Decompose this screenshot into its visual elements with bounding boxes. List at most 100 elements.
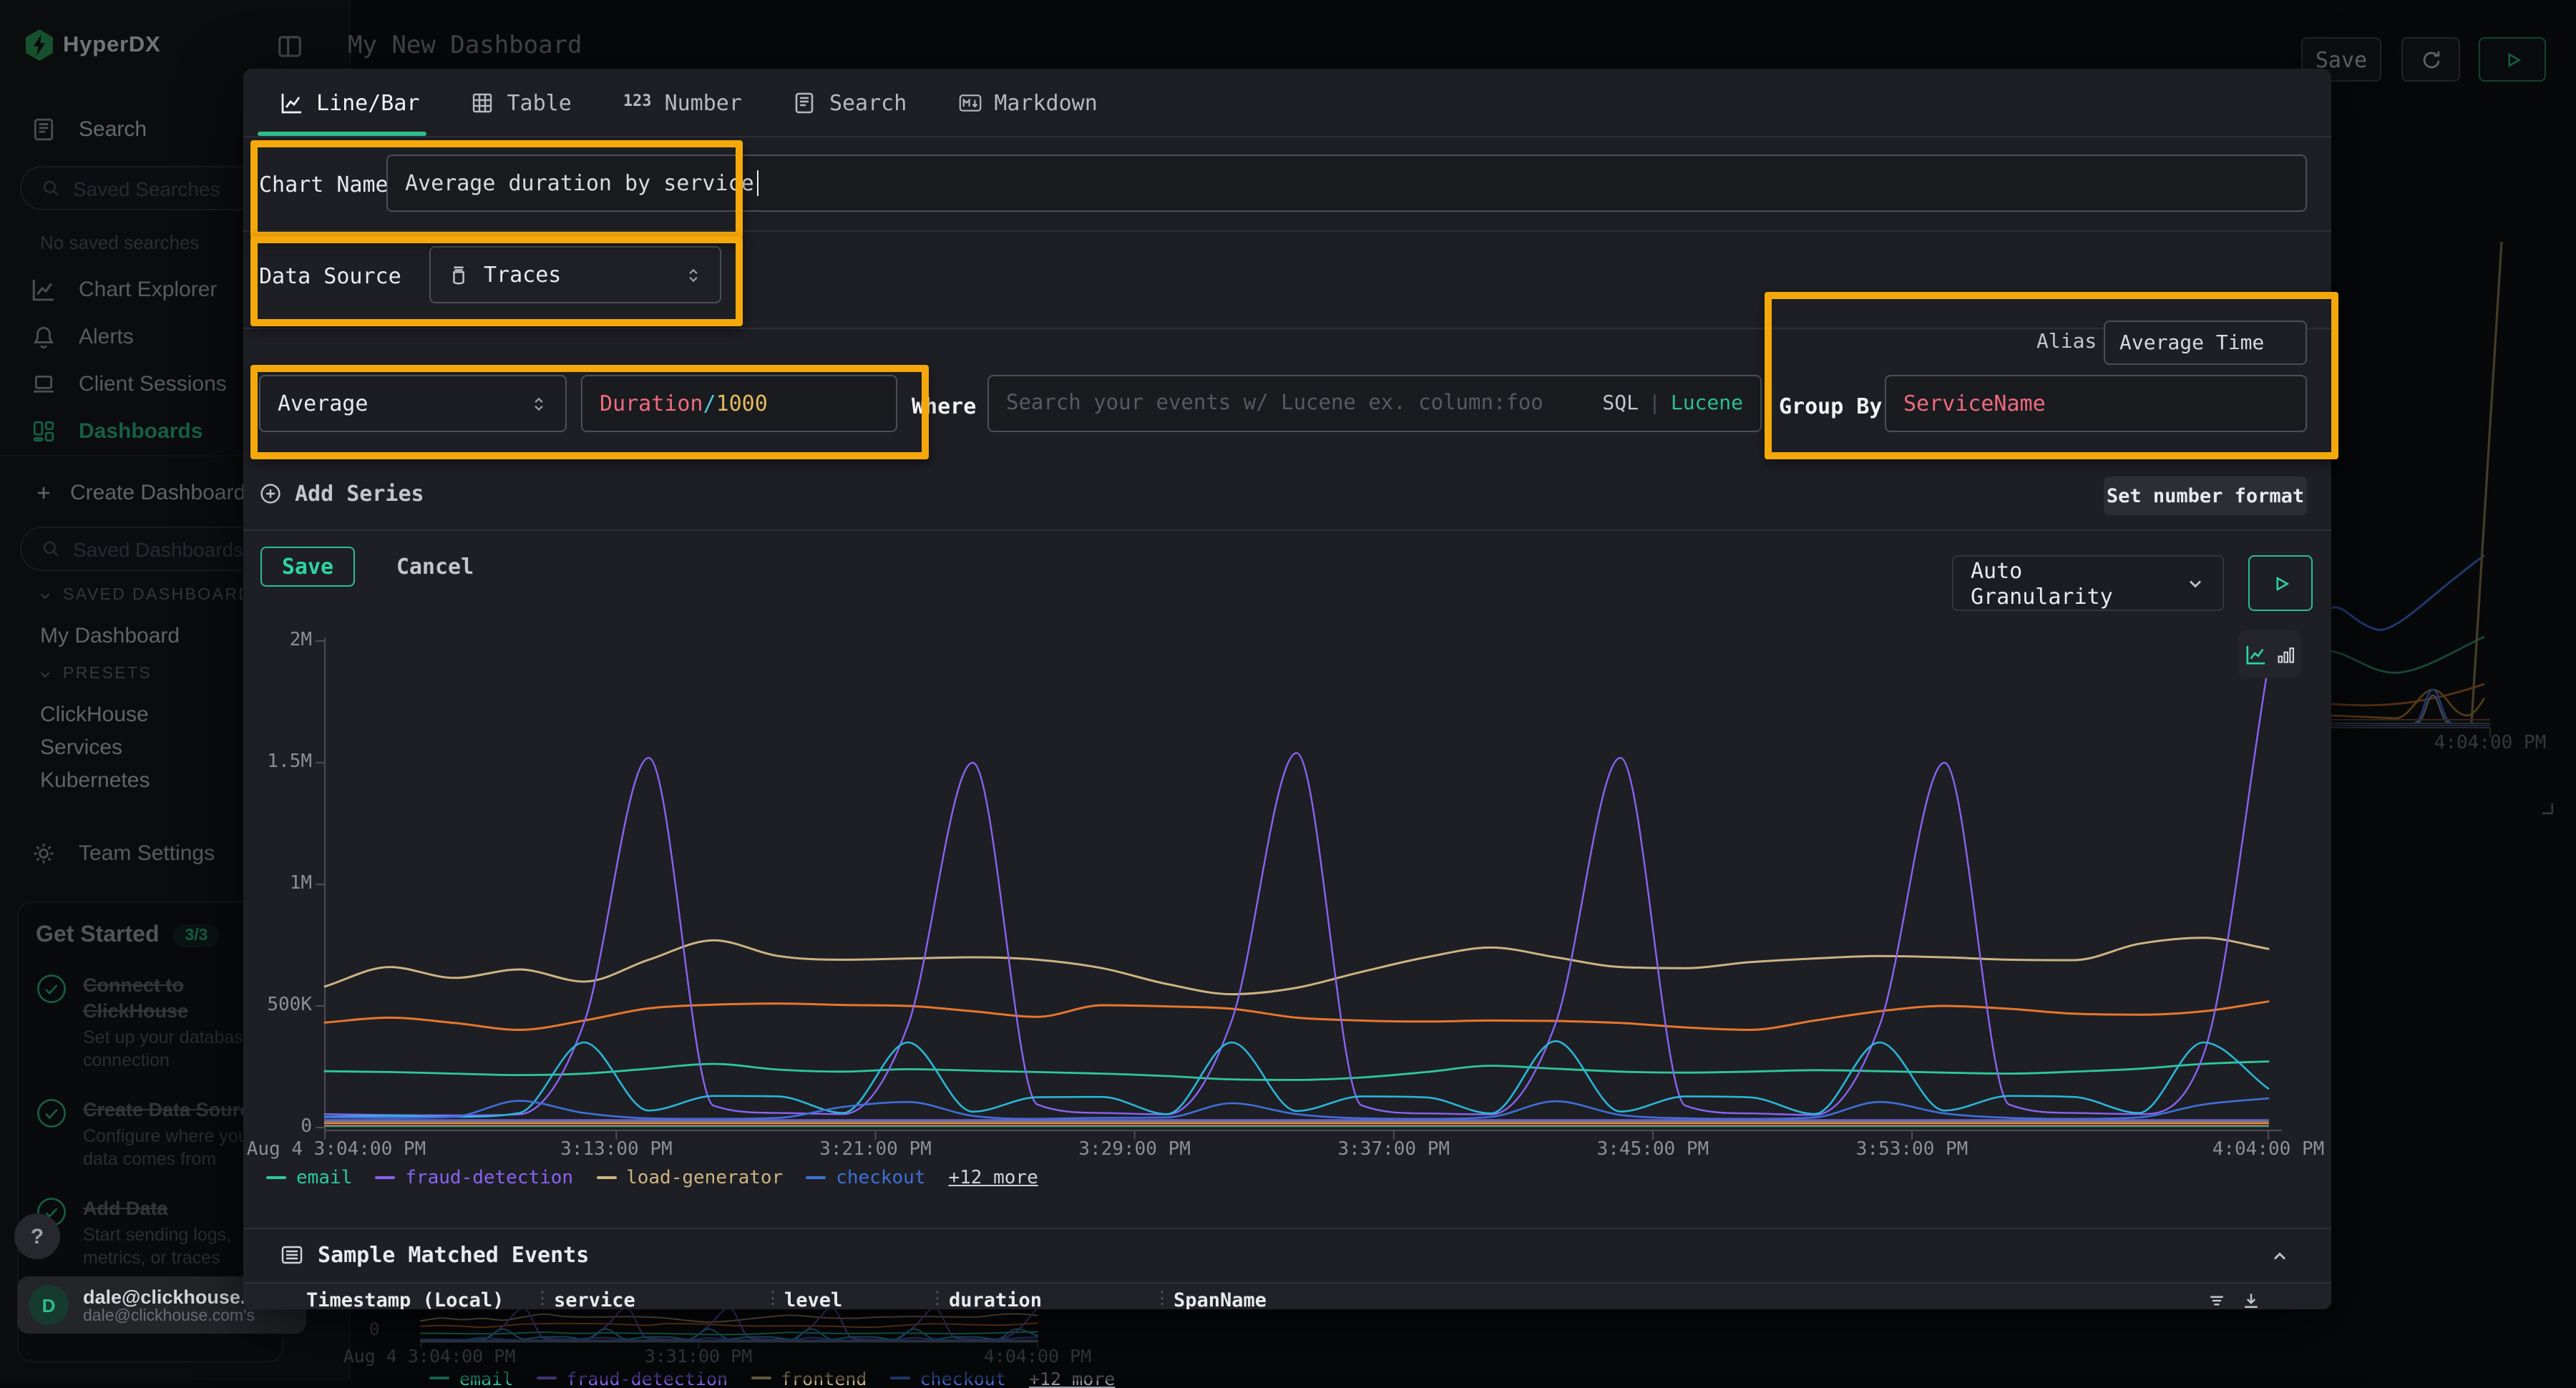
download-icon[interactable] xyxy=(2241,1291,2261,1309)
field-expression-input[interactable]: Duration/1000 xyxy=(581,375,897,432)
sql-mode-toggle[interactable]: SQL xyxy=(1602,392,1639,415)
x-tick-label: 3:37:00 PM xyxy=(1279,1139,1508,1162)
tab-label: Markdown xyxy=(994,89,1098,115)
column-header-service[interactable]: service xyxy=(554,1289,635,1309)
legend-swatch xyxy=(266,1176,286,1180)
lucene-mode-toggle[interactable]: Lucene xyxy=(1671,392,1743,415)
tab-search[interactable]: Search xyxy=(794,89,907,115)
list-icon xyxy=(280,1243,303,1266)
series-fraud-detection xyxy=(325,665,2268,1115)
database-icon xyxy=(448,264,469,285)
field-token: 1000 xyxy=(716,391,768,416)
field-token: / xyxy=(703,391,716,416)
chart-name-value: Average duration by service xyxy=(405,170,754,196)
chart-editor-modal: Line/BarTable123NumberSearchMarkdown Cha… xyxy=(243,69,2331,1309)
x-tick-label: 3:29:00 PM xyxy=(1020,1139,1249,1162)
set-number-format-button[interactable]: Set number format xyxy=(2104,476,2307,515)
column-header-duration[interactable]: duration xyxy=(949,1289,1042,1309)
line-chart-icon xyxy=(2245,643,2266,665)
legend-item-email[interactable]: email xyxy=(266,1167,352,1188)
column-separator[interactable]: ⋮ xyxy=(1153,1288,1171,1308)
column-separator[interactable]: ⋮ xyxy=(764,1288,781,1308)
alias-value: Average Time xyxy=(2119,331,2264,354)
where-search-input[interactable]: Search your events w/ Lucene ex. column:… xyxy=(987,375,1762,432)
x-tick-label: Aug 4 3:04:00 PM xyxy=(243,1139,451,1162)
tab-line-bar[interactable]: Line/Bar xyxy=(280,89,420,115)
cancel-button[interactable]: Cancel xyxy=(386,547,484,587)
field-token: Duration xyxy=(600,391,703,416)
tab-bar: Line/Bar Table 123 Number Search Markdown xyxy=(243,69,2331,136)
legend-label: fraud-detection xyxy=(405,1167,573,1188)
legend-label: load-generator xyxy=(626,1167,783,1188)
tab-table[interactable]: Table xyxy=(472,89,572,115)
series-checkout xyxy=(325,1098,2268,1119)
chevron-up-down-icon xyxy=(530,394,548,413)
legend-swatch xyxy=(375,1176,395,1180)
preview-chart xyxy=(243,630,2331,1145)
alias-label: Alias xyxy=(2036,331,2097,353)
legend-label: checkout xyxy=(836,1167,925,1188)
app-root: HyperDX Search Saved Searches No saved s… xyxy=(0,0,2576,1381)
group-by-value: ServiceName xyxy=(1903,391,2046,416)
legend-swatch xyxy=(596,1176,616,1180)
sample-events-header[interactable]: Sample Matched Events xyxy=(280,1242,589,1268)
avatar: D xyxy=(29,1285,69,1325)
column-header-spanname[interactable]: SpanName xyxy=(1174,1289,1267,1309)
legend-label: email xyxy=(296,1167,352,1188)
tab-label: Search xyxy=(829,89,907,115)
x-tick-label: 3:53:00 PM xyxy=(1797,1139,2026,1162)
help-button[interactable]: ? xyxy=(14,1213,60,1259)
data-source-label: Data Source xyxy=(259,263,401,289)
data-source-select[interactable]: Traces xyxy=(429,246,721,303)
play-icon xyxy=(2270,573,2290,593)
table-icon xyxy=(472,91,494,114)
column-settings-icon[interactable] xyxy=(2207,1291,2227,1309)
mode-divider: | xyxy=(1649,392,1661,415)
group-by-input[interactable]: ServiceName xyxy=(1885,375,2307,432)
chart-type-toggle[interactable] xyxy=(2238,630,2301,678)
bar-chart-icon xyxy=(2276,645,2295,663)
column-header-timestamp-local-[interactable]: Timestamp (Local) xyxy=(306,1289,504,1309)
column-separator[interactable]: ⋮ xyxy=(929,1288,946,1308)
collapse-section-icon[interactable] xyxy=(2270,1245,2290,1265)
series-unlabeled-orange xyxy=(325,1002,2268,1030)
user-org: dale@clickhouse.com's xyxy=(83,1307,256,1324)
where-placeholder: Search your events w/ Lucene ex. column:… xyxy=(1006,392,1543,415)
legend-item-checkout[interactable]: checkout xyxy=(806,1167,925,1188)
alias-input[interactable]: Average Time xyxy=(2104,321,2307,365)
number-icon: 123 xyxy=(623,91,652,114)
legend-item-load-generator[interactable]: load-generator xyxy=(596,1167,783,1188)
chart-axes xyxy=(316,638,2281,1139)
circle-plus-icon xyxy=(259,482,282,505)
x-tick-label: 3:21:00 PM xyxy=(761,1139,990,1162)
x-tick-label: 3:13:00 PM xyxy=(502,1139,731,1162)
aggregation-value: Average xyxy=(278,391,368,416)
chevron-down-icon xyxy=(2185,573,2205,593)
markdown-icon xyxy=(958,91,981,114)
tab-number[interactable]: 123 Number xyxy=(623,89,742,115)
add-series-button[interactable]: Add Series xyxy=(259,481,424,507)
where-label: Where xyxy=(912,394,976,419)
tab-label: Number xyxy=(665,89,742,115)
legend-more-link[interactable]: +12 more xyxy=(949,1167,1038,1188)
legend-item-fraud-detection[interactable]: fraud-detection xyxy=(375,1167,573,1188)
legend-swatch xyxy=(806,1176,826,1180)
events-table-header: Timestamp (Local)service⋮level⋮duration⋮… xyxy=(243,1282,2331,1309)
chart-legend: email fraud-detection load-generator checko… xyxy=(266,1165,2127,1191)
line-chart-icon xyxy=(280,91,303,114)
text-caret xyxy=(757,170,759,196)
sample-events-title: Sample Matched Events xyxy=(318,1242,589,1268)
add-series-label: Add Series xyxy=(295,481,424,507)
aggregation-select[interactable]: Average xyxy=(259,375,567,432)
column-separator[interactable]: ⋮ xyxy=(534,1288,551,1308)
column-header-level[interactable]: level xyxy=(784,1289,842,1309)
x-tick-label: 3:45:00 PM xyxy=(1538,1139,1767,1162)
chart-name-input[interactable]: Average duration by service xyxy=(386,155,2307,212)
save-button[interactable]: Save xyxy=(260,547,355,587)
tab-markdown[interactable]: Markdown xyxy=(958,89,1098,115)
granularity-select[interactable]: Auto Granularity xyxy=(1952,555,2224,611)
chevron-up-down-icon xyxy=(684,265,703,284)
doc-list-icon xyxy=(794,91,816,114)
tab-label: Table xyxy=(507,89,572,115)
preview-run-button[interactable] xyxy=(2248,555,2313,611)
